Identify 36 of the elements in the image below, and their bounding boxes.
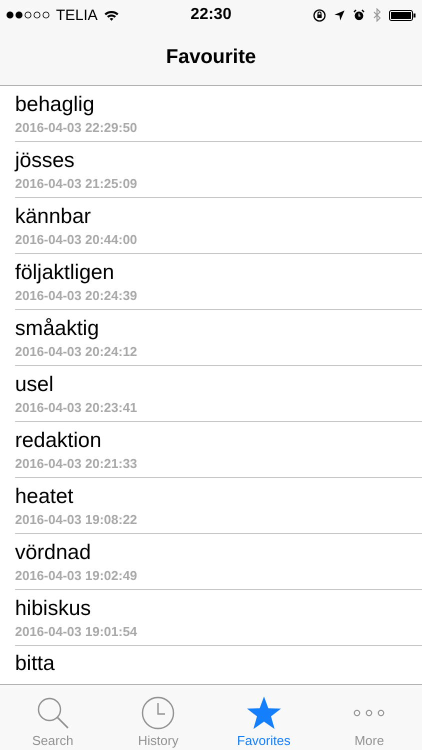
saved-date: 2016-04-03 20:44:00	[15, 232, 138, 246]
rotation-lock-icon	[313, 8, 326, 22]
saved-date: 2016-04-03 20:24:12	[15, 344, 138, 358]
saved-date: 2016-04-03 22:29:50	[15, 120, 138, 134]
wifi-icon	[104, 10, 119, 20]
carrier-name: TELIA	[56, 6, 98, 24]
favorite-word[interactable]: hibiskus	[15, 596, 422, 620]
favorite-word[interactable]: redaktion	[15, 428, 422, 452]
saved-date: 2016-04-03 20:24:39	[15, 288, 138, 302]
nav-title: Favourite	[166, 46, 256, 69]
bluetooth-icon	[373, 8, 381, 22]
clock-icon	[141, 696, 176, 730]
alarm-clock-icon	[353, 9, 365, 21]
favorite-word[interactable]: bitta	[15, 651, 55, 677]
favorite-word[interactable]: usel	[15, 372, 422, 396]
signal-icon	[6, 11, 50, 19]
favorite-word[interactable]: vördnad	[15, 540, 422, 564]
more-icon	[353, 709, 386, 717]
favorite-word[interactable]: jösses	[15, 148, 422, 172]
favorite-word[interactable]: kännbar	[15, 204, 422, 228]
tab-item[interactable]: Favorites	[211, 685, 316, 750]
saved-date: 2016-04-03 19:08:22	[15, 512, 138, 526]
favorite-word[interactable]: småaktig	[15, 316, 422, 340]
saved-date: 2016-04-03 20:23:41	[15, 400, 138, 414]
location-arrow-icon	[334, 10, 345, 20]
saved-date: 2016-04-03 21:25:09	[15, 176, 138, 190]
battery-icon	[389, 10, 416, 20]
saved-date: 2016-04-03 20:21:33	[15, 456, 138, 470]
favorite-word[interactable]: följaktligen	[15, 260, 422, 284]
favorite-word[interactable]: heatet	[15, 484, 422, 508]
star-icon	[246, 696, 282, 730]
saved-date: 2016-04-03 19:01:54	[15, 624, 138, 638]
favorite-word[interactable]: behaglig	[15, 92, 422, 116]
saved-date: 2016-04-03 19:02:49	[15, 568, 138, 582]
status-time: 22:30	[190, 6, 232, 24]
search-icon	[36, 696, 70, 730]
